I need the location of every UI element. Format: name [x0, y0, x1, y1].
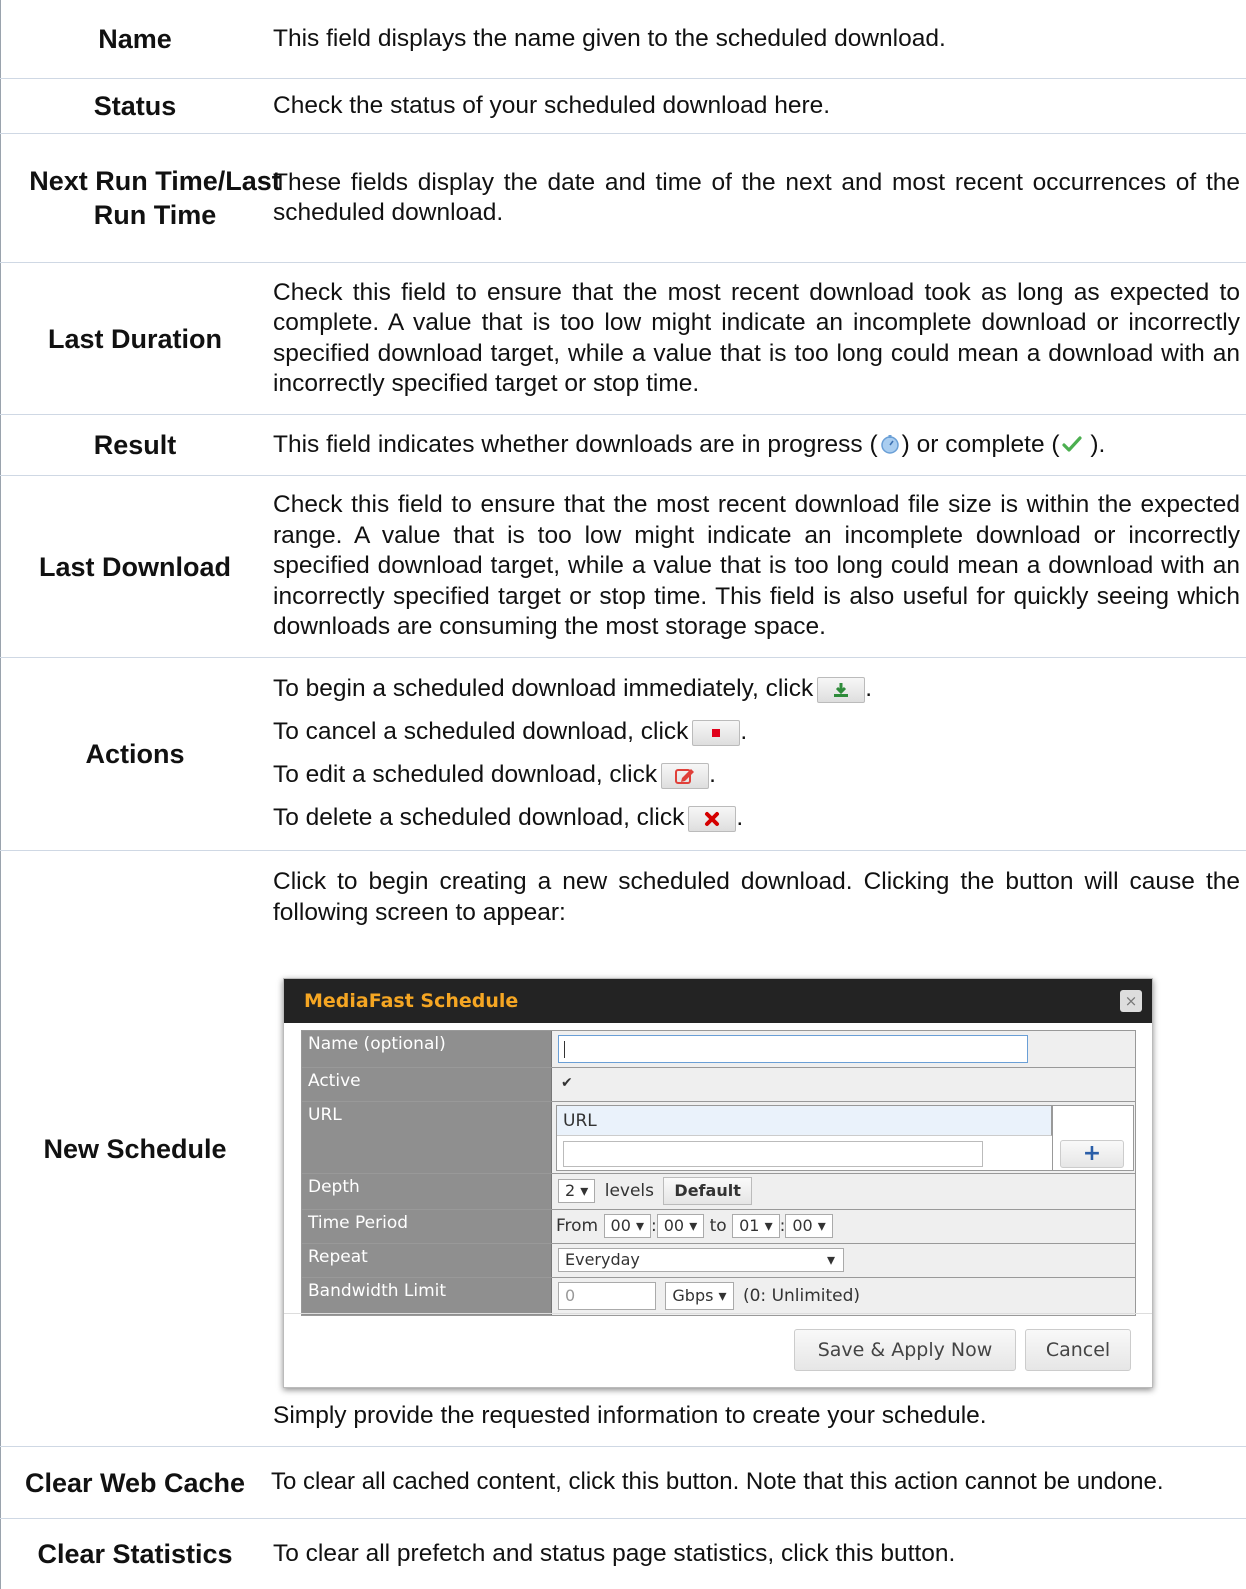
form-row-depth: Depth 2 ▾ levels Default — [301, 1174, 1136, 1210]
row-label: Last Duration — [0, 263, 269, 414]
delete-x-icon — [705, 811, 720, 826]
row-description: This field indicates whether downloads a… — [273, 415, 1240, 475]
result-text-b: ) or complete ( — [901, 430, 1060, 458]
row-description: To begin a scheduled download immediatel… — [273, 658, 1240, 850]
name-input[interactable] — [558, 1035, 1028, 1063]
row-name: Name This field displays the name given … — [0, 0, 1246, 78]
url-label: URL — [302, 1102, 552, 1173]
row-description: Check this field to ensure that the most… — [273, 491, 1240, 641]
row-clear-web-cache: Clear Web Cache To clear all cached cont… — [0, 1446, 1246, 1518]
download-start-icon — [834, 682, 849, 697]
delete-download-button[interactable] — [688, 805, 737, 832]
row-next-run: Next Run Time/Last Run Time These fields… — [0, 133, 1246, 262]
stop-icon — [712, 728, 721, 737]
dialog-divider — [284, 1313, 1152, 1314]
url-column-header: URL — [557, 1106, 1052, 1136]
download-start-button[interactable] — [817, 676, 866, 703]
url-table: URL + — [556, 1105, 1134, 1171]
depth-label: Depth — [302, 1174, 552, 1209]
row-label: Status — [0, 79, 269, 133]
add-url-button[interactable]: + — [1060, 1140, 1124, 1168]
cancel-button[interactable]: Cancel — [1025, 1329, 1131, 1371]
action-line-cancel: To cancel a scheduled download, click . — [273, 718, 748, 746]
save-apply-button[interactable]: Save & Apply Now — [794, 1329, 1016, 1371]
row-description: This field displays the name given to th… — [273, 24, 946, 52]
bandwidth-label: Bandwidth Limit — [302, 1278, 552, 1315]
row-label: New Schedule — [0, 851, 269, 1446]
row-last-download: Last Download Check this field to ensure… — [0, 475, 1246, 657]
row-last-duration: Last Duration Check this field to ensure… — [0, 262, 1246, 414]
result-text-c: ). — [1083, 430, 1106, 458]
to-minute-select[interactable]: 00 ▾ — [785, 1214, 833, 1238]
form-row-name: Name (optional) — [301, 1030, 1136, 1068]
from-minute-select[interactable]: 00 ▾ — [656, 1214, 705, 1238]
bandwidth-unit-select[interactable]: Gbps ▾ — [665, 1282, 734, 1310]
bandwidth-note: (0: Unlimited) — [742, 1286, 861, 1306]
time-to-label: to — [709, 1216, 727, 1236]
row-label: Last Download — [0, 476, 269, 657]
repeat-label: Repeat — [302, 1244, 552, 1277]
result-text-a: This field indicates whether downloads a… — [273, 430, 878, 458]
checkmark-icon — [1061, 436, 1082, 452]
dialog-title: MediaFast Schedule — [284, 979, 1152, 1023]
row-label: Next Run Time/Last Run Time — [0, 134, 309, 262]
row-result: Result This field indicates whether down… — [0, 414, 1246, 475]
row-description: These fields display the date and time o… — [273, 168, 1240, 227]
row-label: Clear Statistics — [0, 1519, 269, 1589]
edit-icon — [675, 768, 695, 784]
row-description: To clear all cached content, click this … — [271, 1468, 1164, 1496]
active-label: Active — [302, 1068, 552, 1101]
row-actions: Actions To begin a scheduled download im… — [0, 657, 1246, 850]
row-description: To clear all prefetch and status page st… — [273, 1539, 956, 1567]
row-description: Check the status of your scheduled downl… — [273, 91, 831, 119]
new-schedule-outro: Simply provide the requested information… — [273, 1402, 987, 1429]
row-label: Actions — [0, 658, 269, 850]
progress-clock-icon — [880, 434, 899, 454]
action-line-edit: To edit a scheduled download, click . — [273, 761, 716, 789]
depth-select[interactable]: 2 ▾ — [558, 1179, 596, 1203]
url-input[interactable] — [563, 1141, 983, 1167]
cancel-download-button[interactable] — [692, 719, 741, 746]
time-from-label: From — [556, 1216, 599, 1236]
edit-download-button[interactable] — [661, 762, 710, 789]
row-status: Status Check the status of your schedule… — [0, 78, 1246, 133]
depth-unit: levels — [604, 1181, 655, 1201]
plus-icon: + — [1082, 1141, 1102, 1166]
action-line-start: To begin a scheduled download immediatel… — [273, 675, 873, 703]
row-clear-statistics: Clear Statistics To clear all prefetch a… — [0, 1518, 1246, 1589]
depth-default-button[interactable]: Default — [663, 1177, 752, 1205]
from-hour-select[interactable]: 00 ▾ — [603, 1214, 652, 1238]
mediafast-schedule-dialog: MediaFast Schedule × Name (optional) Act… — [283, 978, 1153, 1388]
bandwidth-input[interactable]: 0 — [558, 1282, 656, 1310]
name-label: Name (optional) — [302, 1031, 552, 1067]
form-row-active: Active ✔ — [301, 1068, 1136, 1102]
new-schedule-intro: Click to begin creating a new scheduled … — [273, 868, 1240, 926]
schedule-form: Name (optional) Active ✔ URL URL + Depth… — [301, 1030, 1136, 1316]
row-label: Result — [0, 415, 269, 475]
close-icon[interactable]: × — [1120, 990, 1142, 1012]
form-row-url: URL URL + — [301, 1102, 1136, 1174]
active-checkbox[interactable]: ✔ — [561, 1075, 573, 1091]
repeat-select[interactable]: Everyday ▾ — [558, 1248, 844, 1272]
row-description: Check this field to ensure that the most… — [273, 278, 1240, 398]
row-label: Clear Web Cache — [0, 1447, 269, 1518]
row-label: Name — [0, 0, 269, 78]
form-row-time-period: Time Period From 00 ▾:00 ▾ to 01 ▾:00 ▾ — [301, 1210, 1136, 1244]
time-period-label: Time Period — [302, 1210, 552, 1243]
to-hour-select[interactable]: 01 ▾ — [732, 1214, 780, 1238]
action-line-delete: To delete a scheduled download, click . — [273, 804, 744, 832]
form-row-bandwidth: Bandwidth Limit 0 Gbps ▾ (0: Unlimited) — [301, 1278, 1136, 1316]
form-row-repeat: Repeat Everyday ▾ — [301, 1244, 1136, 1278]
